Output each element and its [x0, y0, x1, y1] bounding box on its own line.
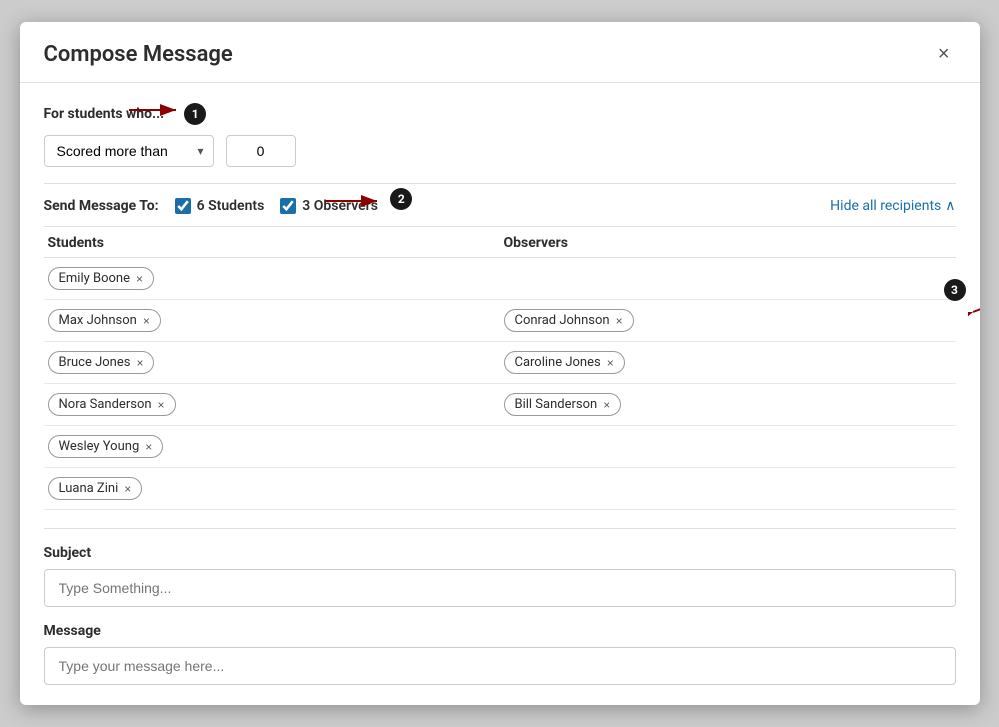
remove-conrad-johnson[interactable]: × [616, 315, 623, 327]
student-tag: Nora Sanderson × [48, 393, 176, 416]
observers-col-header: Observers [500, 235, 956, 251]
remove-luana-zini[interactable]: × [124, 483, 131, 495]
annotation-arrow-2 [320, 190, 385, 212]
compose-message-modal: Compose Message × For students who... 1 [20, 22, 980, 705]
observer-cell [500, 487, 956, 491]
student-cell: Max Johnson × [44, 307, 500, 334]
annotation-badge-1: 1 [184, 103, 206, 125]
table-row: Bruce Jones × Caroline Jones × [44, 342, 956, 384]
remove-caroline-jones[interactable]: × [607, 357, 614, 369]
students-checkbox[interactable] [175, 198, 191, 214]
student-cell: Nora Sanderson × [44, 391, 500, 418]
recipients-table: Students Observers Emily Boone × Max Joh… [44, 226, 956, 510]
filter-select-wrap: Scored more than Scored less than Haven'… [44, 135, 214, 167]
modal-header: Compose Message × [20, 22, 980, 83]
table-row: Emily Boone × [44, 258, 956, 300]
remove-wesley-young[interactable]: × [145, 441, 152, 453]
send-to-row: Send Message To: 6 Students 3 Observers … [44, 183, 956, 214]
remove-bill-sanderson[interactable]: × [603, 399, 610, 411]
close-button[interactable]: × [932, 40, 956, 68]
recipients-header: Students Observers [44, 227, 956, 258]
table-row: Wesley Young × [44, 426, 956, 468]
annotation-badge-3: 3 [944, 279, 966, 301]
annotation-arrow-3 [968, 287, 980, 317]
message-input[interactable] [44, 647, 956, 685]
observer-cell: Caroline Jones × [500, 349, 956, 376]
student-cell: Emily Boone × [44, 265, 500, 292]
filter-value-input[interactable] [226, 135, 296, 167]
hide-recipients-link[interactable]: Hide all recipients ∧ [830, 198, 955, 214]
observers-checkbox-label[interactable]: 3 Observers 2 [280, 198, 378, 214]
annotation-arrow-1 [124, 95, 184, 125]
filter-label: For students who... 1 [44, 103, 956, 125]
student-tag: Emily Boone × [48, 267, 155, 290]
student-tag: Luana Zini × [48, 477, 143, 500]
filter-section: For students who... 1 [44, 103, 956, 167]
filter-select[interactable]: Scored more than Scored less than Haven'… [44, 135, 214, 167]
observer-tag: Caroline Jones × [504, 351, 625, 374]
observer-cell: Bill Sanderson × [500, 391, 956, 418]
message-section: Message [44, 623, 956, 685]
table-row: Max Johnson × Conrad Johnson × 3 [44, 300, 956, 342]
observer-cell [500, 277, 956, 281]
annotation-badge-2: 2 [390, 188, 412, 210]
subject-input[interactable] [44, 569, 956, 607]
student-tag: Bruce Jones × [48, 351, 155, 374]
subject-heading: Subject [44, 545, 956, 561]
students-col-header: Students [44, 235, 500, 251]
filter-row: Scored more than Scored less than Haven'… [44, 135, 956, 167]
student-cell: Luana Zini × [44, 475, 500, 502]
message-heading: Message [44, 623, 956, 639]
chevron-up-icon: ∧ [945, 198, 955, 214]
student-tag: Max Johnson × [48, 309, 161, 332]
table-row: Luana Zini × [44, 468, 956, 510]
table-row: Nora Sanderson × Bill Sanderson × [44, 384, 956, 426]
modal-title: Compose Message [44, 42, 233, 67]
modal-body: For students who... 1 [20, 83, 980, 705]
observer-tag: Bill Sanderson × [504, 393, 622, 416]
students-checkbox-label[interactable]: 6 Students [175, 198, 265, 214]
observer-cell [500, 445, 956, 449]
students-count-label: 6 Students [197, 198, 265, 214]
student-tag: Wesley Young × [48, 435, 164, 458]
send-to-label: Send Message To: [44, 198, 159, 214]
remove-max-johnson[interactable]: × [143, 315, 150, 327]
observers-checkbox[interactable] [280, 198, 296, 214]
remove-bruce-jones[interactable]: × [136, 357, 143, 369]
remove-nora-sanderson[interactable]: × [158, 399, 165, 411]
student-cell: Bruce Jones × [44, 349, 500, 376]
observer-cell: Conrad Johnson × 3 [500, 307, 956, 334]
observer-tag: Conrad Johnson × [504, 309, 634, 332]
student-cell: Wesley Young × [44, 433, 500, 460]
subject-section: Subject [44, 528, 956, 607]
remove-emily-boone[interactable]: × [136, 273, 143, 285]
